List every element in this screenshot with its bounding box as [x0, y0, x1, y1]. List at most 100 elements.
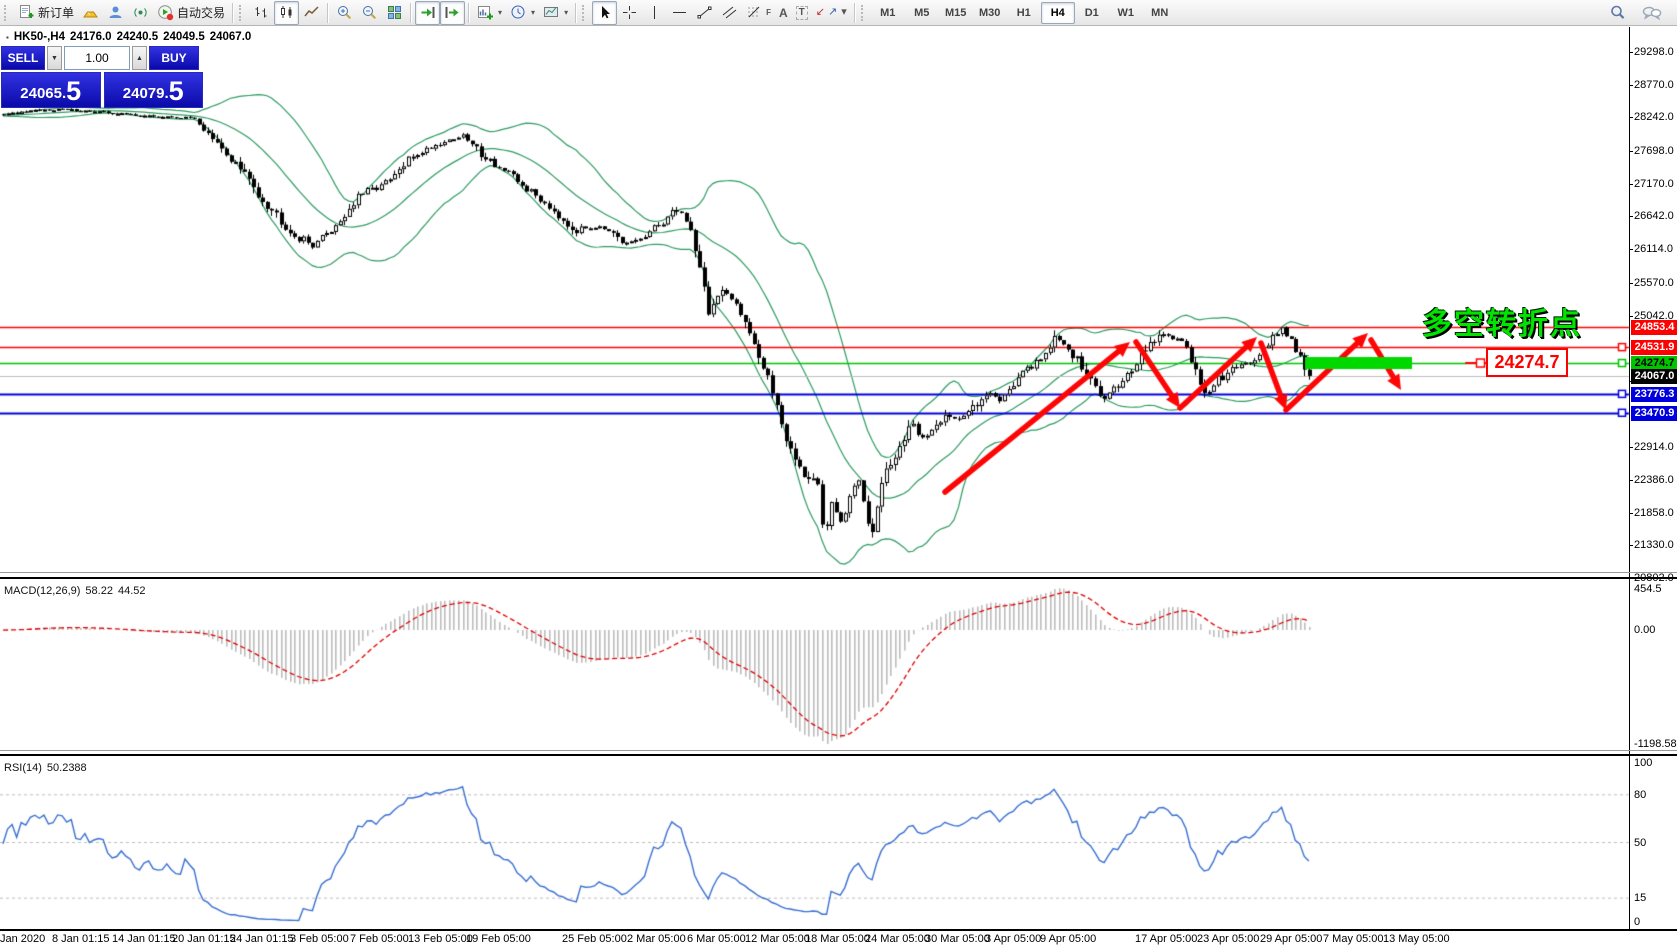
text-label-icon: T: [795, 5, 808, 20]
auto-scroll-button[interactable]: [415, 0, 441, 25]
toolbar-separator: [468, 2, 471, 23]
autotrading-button[interactable]: 自动交易: [153, 1, 229, 25]
panel-divider[interactable]: [0, 577, 1677, 579]
market-button[interactable]: [78, 1, 103, 25]
macd-label: MACD(12,26,9) 58.22 44.52: [4, 585, 145, 597]
buy-button[interactable]: BUY: [149, 46, 199, 70]
periods-button[interactable]: ▾: [506, 1, 539, 25]
buy-price-pips: 5: [168, 76, 184, 106]
toolbar-grip: [4, 4, 11, 21]
crosshair-tool-button[interactable]: [617, 1, 642, 25]
cursor-tool-button[interactable]: [592, 0, 618, 25]
time-axis[interactable]: [0, 931, 1630, 948]
sell-price-display[interactable]: 24065. 5: [1, 72, 101, 108]
vertical-line-icon: [646, 4, 663, 21]
bar-chart-button[interactable]: [249, 1, 274, 25]
candlestick-chart-button[interactable]: [274, 0, 300, 25]
timeframe-h1-button[interactable]: H1: [1007, 2, 1041, 24]
arrows-tool-button[interactable]: ↙ ↗ ▾: [812, 1, 851, 25]
crosshair-icon: [621, 4, 638, 21]
buy-price-display[interactable]: 24079. 5: [103, 72, 203, 108]
toolbar-separator: [853, 2, 856, 23]
arrow-down-icon: ↙: [815, 6, 825, 18]
timeframe-h4-button[interactable]: H4: [1040, 1, 1075, 24]
text-tool-icon: A: [778, 5, 788, 20]
text-label-tool-button[interactable]: T: [792, 1, 812, 25]
symbol-period: HK50-,H4: [13, 31, 65, 43]
trendline-tool-button[interactable]: [692, 1, 717, 25]
fibonacci-icon: [746, 4, 763, 21]
signals-button[interactable]: [128, 1, 153, 25]
chart-plot-area[interactable]: [0, 27, 1630, 931]
ohlc-high: 24240.5: [116, 31, 159, 43]
profile-icon: [107, 4, 124, 21]
annotation-text[interactable]: 多空转折点: [1422, 299, 1582, 343]
line-chart-icon: [303, 4, 320, 21]
volume-increase-button[interactable]: ▲: [132, 46, 147, 70]
dropdown-caret-icon: ▾: [498, 8, 503, 17]
line-chart-button[interactable]: [299, 1, 324, 25]
panel-divider[interactable]: [0, 750, 1677, 751]
mt4-terminal: 新订单 自动交易 ▾ ▾ ▾ F A T ↙ ↗ ▾ M1 M5 M15 M30…: [0, 0, 1677, 948]
search-button[interactable]: [1605, 1, 1631, 25]
panel-divider[interactable]: [0, 572, 1677, 573]
ohlc-open: 24176.0: [69, 31, 112, 43]
channel-tool-button[interactable]: [717, 1, 742, 25]
signals-icon: [132, 4, 149, 21]
new-order-label: 新订单: [38, 6, 75, 20]
rsi-name: RSI(14): [4, 762, 42, 774]
templates-button[interactable]: ▾: [539, 1, 572, 25]
zoom-out-button[interactable]: [357, 1, 382, 25]
autotrading-icon: [157, 4, 174, 21]
text-tool-button[interactable]: A: [775, 1, 792, 25]
new-chart-icon: [477, 4, 494, 21]
timeframe-m30-button[interactable]: M30: [973, 2, 1007, 24]
zoom-in-icon: [336, 4, 353, 21]
zoom-in-button[interactable]: [332, 1, 357, 25]
zoom-out-icon: [361, 4, 378, 21]
volume-input[interactable]: [64, 46, 130, 70]
ohlc-low: 24049.5: [163, 31, 205, 43]
timeframe-w1-button[interactable]: W1: [1109, 2, 1143, 24]
templates-icon: [543, 4, 560, 21]
rsi-label: RSI(14) 50.2388: [4, 762, 87, 774]
clock-icon: [510, 4, 527, 21]
auto-scroll-icon: [419, 4, 436, 21]
chat-icon: [1641, 4, 1663, 22]
toolbar-grip: [239, 4, 246, 21]
profile-button[interactable]: [103, 1, 128, 25]
price-axis[interactable]: [1630, 27, 1677, 929]
horizontal-line-tool-button[interactable]: [667, 1, 692, 25]
toolbar-grip: [860, 4, 868, 21]
tile-windows-button[interactable]: [382, 1, 407, 25]
fibonacci-letter: F: [766, 7, 771, 17]
chart-shift-icon: [444, 4, 461, 21]
vertical-line-tool-button[interactable]: [642, 1, 667, 25]
rsi-value: 50.2388: [46, 762, 87, 774]
volume-decrease-button[interactable]: ▼: [47, 46, 62, 70]
toolbar-separator: [575, 2, 578, 23]
new-order-icon: [18, 4, 35, 21]
fibonacci-tool-button[interactable]: F: [742, 1, 775, 25]
macd-main-value: 58.22: [85, 585, 113, 597]
timeframe-mn-button[interactable]: MN: [1143, 2, 1177, 24]
horizontal-line-icon: [671, 4, 688, 21]
toolbar-separator: [327, 2, 330, 23]
timeframe-m1-button[interactable]: M1: [871, 2, 905, 24]
sell-button[interactable]: SELL: [1, 46, 45, 70]
timeframe-m15-button[interactable]: M15: [939, 2, 973, 24]
new-chart-button[interactable]: ▾: [473, 1, 506, 25]
chart-window: ▪ HK50-,H4 24176.0 24240.5 24049.5 24067…: [0, 27, 1677, 948]
one-click-trading-panel: SELL ▼ ▲ BUY 24065.5 24079.5: [1, 46, 203, 108]
tile-windows-icon: [386, 4, 403, 21]
new-order-button[interactable]: 新订单: [14, 1, 78, 25]
bar-chart-icon: [253, 4, 270, 21]
chart-shift-button[interactable]: [440, 0, 466, 25]
timeframe-m5-button[interactable]: M5: [905, 2, 939, 24]
macd-signal-value: 44.52: [117, 585, 146, 597]
panel-divider[interactable]: [0, 754, 1677, 756]
gold-icon: [82, 4, 99, 21]
price-label-box[interactable]: 24274.7: [1486, 348, 1568, 377]
chat-button[interactable]: [1637, 1, 1667, 25]
timeframe-d1-button[interactable]: D1: [1075, 2, 1109, 24]
